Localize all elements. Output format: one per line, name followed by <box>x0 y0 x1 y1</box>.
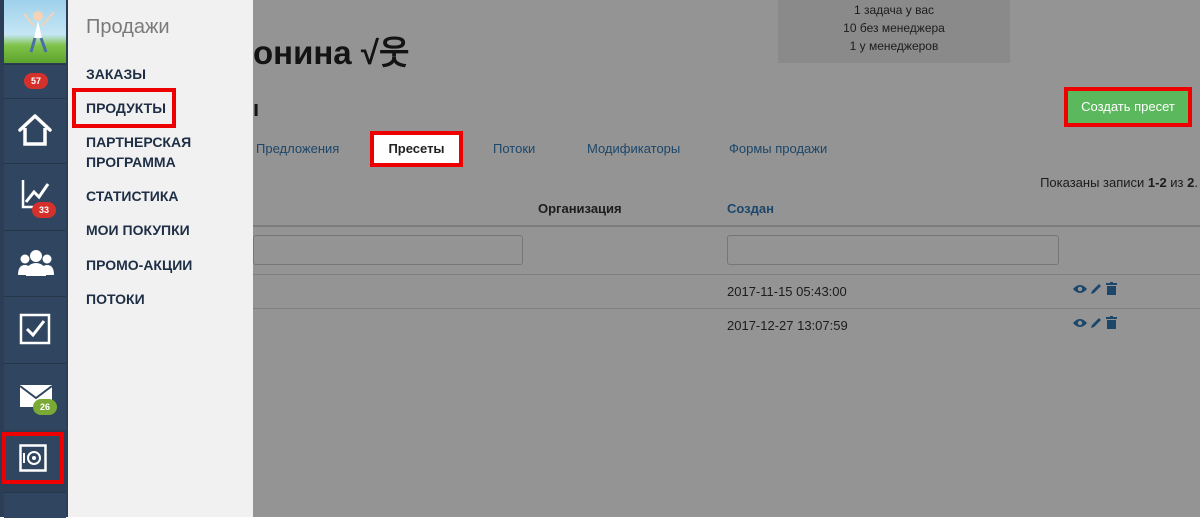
page-title: онина √웃 <box>253 34 410 71</box>
info-line: 1 задача у вас <box>853 3 935 17</box>
create-preset-button[interactable]: Создать пресет <box>1068 91 1188 123</box>
rail-users[interactable] <box>4 230 66 296</box>
notification-badge: 57 <box>24 73 48 89</box>
task-info-box[interactable]: 1 задача у вас 10 без менеджера 1 у мене… <box>778 0 1010 63</box>
row-divider <box>253 274 1200 275</box>
users-icon <box>18 250 54 276</box>
table-row-created: 2017-12-27 13:07:59 <box>727 318 848 333</box>
rail-more[interactable] <box>4 492 66 518</box>
safe-icon <box>19 444 47 472</box>
header-divider <box>253 225 1200 227</box>
tab-modifiers[interactable]: Модификаторы <box>587 141 680 156</box>
pencil-icon[interactable] <box>1090 316 1103 329</box>
menu-item-statistics[interactable]: СТАТИСТИКА <box>86 186 179 206</box>
column-header-organization[interactable]: Организация <box>538 201 622 216</box>
summary-suffix: . <box>1194 175 1198 190</box>
eye-icon[interactable] <box>1073 318 1087 328</box>
filter-input-created[interactable] <box>727 235 1059 265</box>
rail-mail[interactable]: 26 <box>4 363 66 430</box>
menu-item-my-purchases[interactable]: МОИ ПОКУПКИ <box>86 220 190 240</box>
menu-item-partner-program-line2[interactable]: ПРОГРАММА <box>86 152 176 172</box>
row-divider <box>253 308 1200 309</box>
row-actions <box>1073 282 1117 295</box>
filter-input-name[interactable] <box>253 235 523 265</box>
rail-tasks[interactable] <box>4 296 66 363</box>
summary-mid: из <box>1166 175 1188 190</box>
trash-icon[interactable] <box>1106 282 1117 295</box>
menu-item-promo[interactable]: ПРОМО-АКЦИИ <box>86 255 192 275</box>
avatar[interactable] <box>4 0 66 63</box>
menu-item-partner-program[interactable]: ПАРТНЕРСКАЯ <box>86 132 191 152</box>
products-highlight <box>72 88 176 128</box>
row-actions <box>1073 316 1117 329</box>
eye-icon[interactable] <box>1073 284 1087 294</box>
table-row-created: 2017-11-15 05:43:00 <box>727 284 847 299</box>
mail-badge: 26 <box>33 399 57 415</box>
checkbox-icon <box>19 313 51 345</box>
info-line: 1 у менеджеров <box>849 39 939 53</box>
main-content: онина √웃 1 задача у вас 10 без менеджера… <box>253 0 1200 517</box>
column-header-created[interactable]: Создан <box>727 201 774 216</box>
records-summary: Показаны записи 1-2 из 2. <box>1040 175 1198 190</box>
tab-offers[interactable]: Предложения <box>256 141 339 156</box>
statistics-badge: 33 <box>32 202 56 218</box>
rail-home[interactable] <box>4 98 66 163</box>
rail-notifications[interactable]: 57 <box>4 64 66 98</box>
rail-sales-active[interactable] <box>2 432 64 484</box>
sales-flyout-menu: Продажи ЗАКАЗЫ ПРОДУКТЫ ПАРТНЕРСКАЯ ПРОГ… <box>68 0 253 517</box>
summary-prefix: Показаны записи <box>1040 175 1148 190</box>
rail-statistics[interactable]: 33 <box>4 163 66 230</box>
menu-item-streams[interactable]: ПОТОКИ <box>86 289 145 309</box>
tab-presets[interactable]: Пресеты <box>374 135 459 163</box>
flyout-title: Продажи <box>86 16 170 38</box>
section-title: ı <box>253 96 260 121</box>
menu-item-orders[interactable]: ЗАКАЗЫ <box>86 64 146 84</box>
trash-icon[interactable] <box>1106 316 1117 329</box>
tab-sale-forms[interactable]: Формы продажи <box>729 141 827 156</box>
pencil-icon[interactable] <box>1090 282 1103 295</box>
home-icon <box>18 114 52 146</box>
tab-streams[interactable]: Потоки <box>493 141 535 156</box>
info-line: 10 без менеджера <box>843 21 945 35</box>
summary-range: 1-2 <box>1147 175 1167 190</box>
